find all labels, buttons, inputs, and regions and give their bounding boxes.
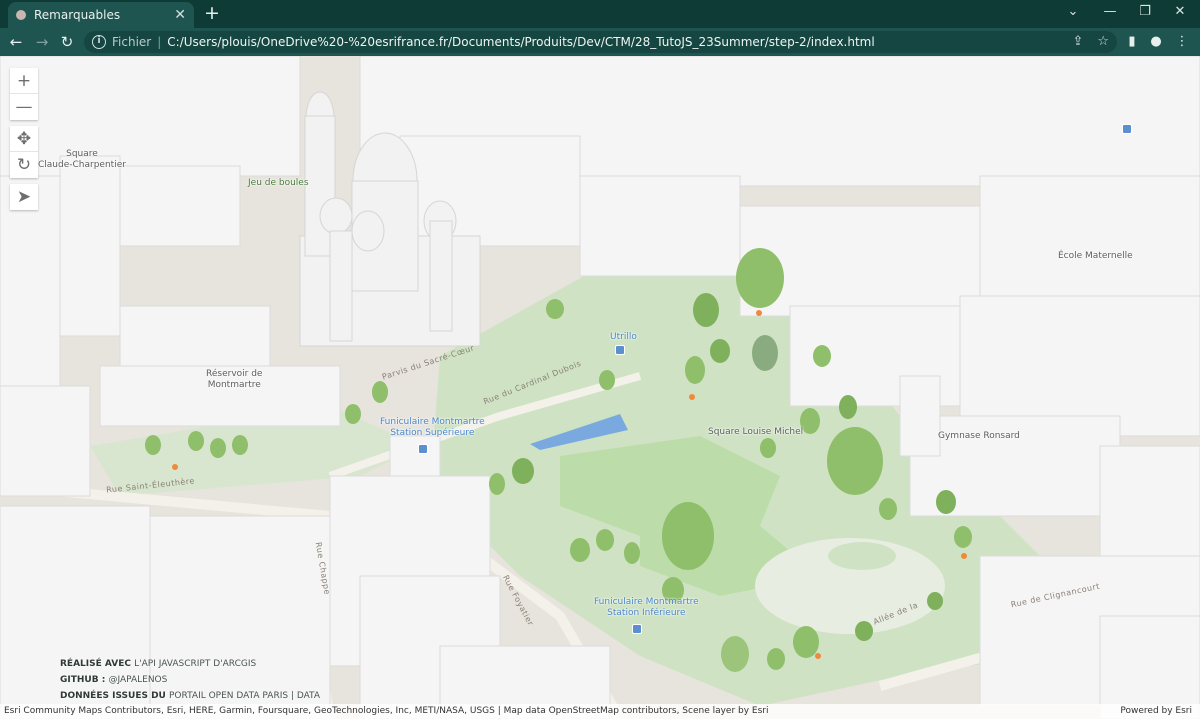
favicon-icon (16, 10, 26, 20)
menu-kebab-icon[interactable]: ⋮ (1172, 32, 1192, 52)
new-tab-button[interactable]: + (203, 4, 221, 23)
tab-bar: Remarquables ✕ + ⌄ — ❐ ✕ (0, 0, 1200, 28)
reload-icon[interactable]: ↻ (57, 32, 77, 52)
arcgis-link[interactable]: L'API JAVASCRIPT D'ARCGIS (134, 659, 256, 669)
forward-arrow-icon[interactable]: → (32, 32, 52, 52)
github-link[interactable]: @JAPALENOS (108, 675, 167, 685)
profile-avatar-icon[interactable]: ● (1146, 32, 1166, 52)
place-label: Jeu de boules (248, 178, 309, 188)
address-bar[interactable]: i Fichier | C:/Users/plouis/OneDrive%20-… (84, 31, 1117, 53)
attribution-bar[interactable]: Esri Community Maps Contributors, Esri, … (0, 704, 1200, 719)
attribution-text: Esri Community Maps Contributors, Esri, … (4, 706, 769, 716)
navigation-toggle: ✥ ↻ (10, 126, 38, 178)
info-icon[interactable]: i (92, 35, 106, 49)
powered-by-esri[interactable]: Powered by Esri (1120, 704, 1192, 719)
rotate-icon[interactable]: ↻ (10, 152, 38, 178)
compass-widget: ➤ (10, 184, 38, 210)
tram-station-icon[interactable] (632, 624, 642, 634)
open-data-link[interactable]: PORTAIL OPEN DATA PARIS | DATA (169, 691, 320, 701)
bookmark-star-icon[interactable]: ☆ (1097, 34, 1109, 49)
scheme-label: Fichier (112, 35, 152, 49)
place-label: Gymnase Ronsard (938, 431, 1020, 441)
scheme-separator: | (157, 35, 162, 49)
credits-label: GITHUB : (60, 675, 106, 685)
metro-icon[interactable] (1122, 124, 1132, 134)
place-label: Réservoir de Montmartre (206, 369, 263, 390)
place-label: Square Louise Michel (708, 427, 804, 437)
back-arrow-icon[interactable]: ← (6, 32, 26, 52)
restore-button[interactable]: ❐ (1125, 4, 1165, 19)
poi-label: Utrillo (610, 332, 637, 342)
scene-canvas[interactable] (0, 56, 1200, 719)
credits-label: DONNÉES ISSUES DU (60, 691, 166, 701)
pan-icon[interactable]: ✥ (10, 126, 38, 152)
side-panel-icon[interactable]: ▮ (1122, 32, 1142, 52)
fountain-lawn (828, 542, 896, 570)
url-text[interactable]: C:/Users/plouis/OneDrive%20-%20esrifranc… (167, 35, 874, 49)
tab-search-icon[interactable]: ⌄ (1053, 4, 1093, 19)
zoom-controls: + — (10, 68, 38, 120)
tram-station-icon[interactable] (418, 444, 428, 454)
minimize-button[interactable]: — (1090, 4, 1130, 19)
credits-label: RÉALISÉ AVEC (60, 659, 131, 669)
poi-label: Funiculaire Montmartre Station Inférieur… (594, 597, 699, 618)
tab-remarquables[interactable]: Remarquables ✕ (8, 2, 194, 28)
tab-title: Remarquables (34, 8, 121, 22)
poi-label: Funiculaire Montmartre Station Supérieur… (380, 417, 485, 438)
browser-toolbar: ← → ↻ i Fichier | C:/Users/plouis/OneDri… (0, 28, 1200, 56)
credits-panel: RÉALISÉ AVEC L'API JAVASCRIPT D'ARCGIS G… (60, 656, 320, 704)
zoom-out-button[interactable]: — (10, 94, 38, 120)
compass-icon[interactable]: ➤ (10, 184, 38, 210)
share-icon[interactable]: ⇪ (1072, 34, 1083, 49)
close-tab-icon[interactable]: ✕ (174, 7, 186, 23)
place-label: École Maternelle (1058, 251, 1133, 261)
zoom-in-button[interactable]: + (10, 68, 38, 94)
transit-stop-icon[interactable] (615, 345, 625, 355)
close-window-button[interactable]: ✕ (1160, 4, 1200, 19)
place-label: Square Claude-Charpentier (38, 149, 126, 170)
scene-view[interactable]: + — ✥ ↻ ➤ Square Claude-Charpentier Jeu … (0, 56, 1200, 719)
